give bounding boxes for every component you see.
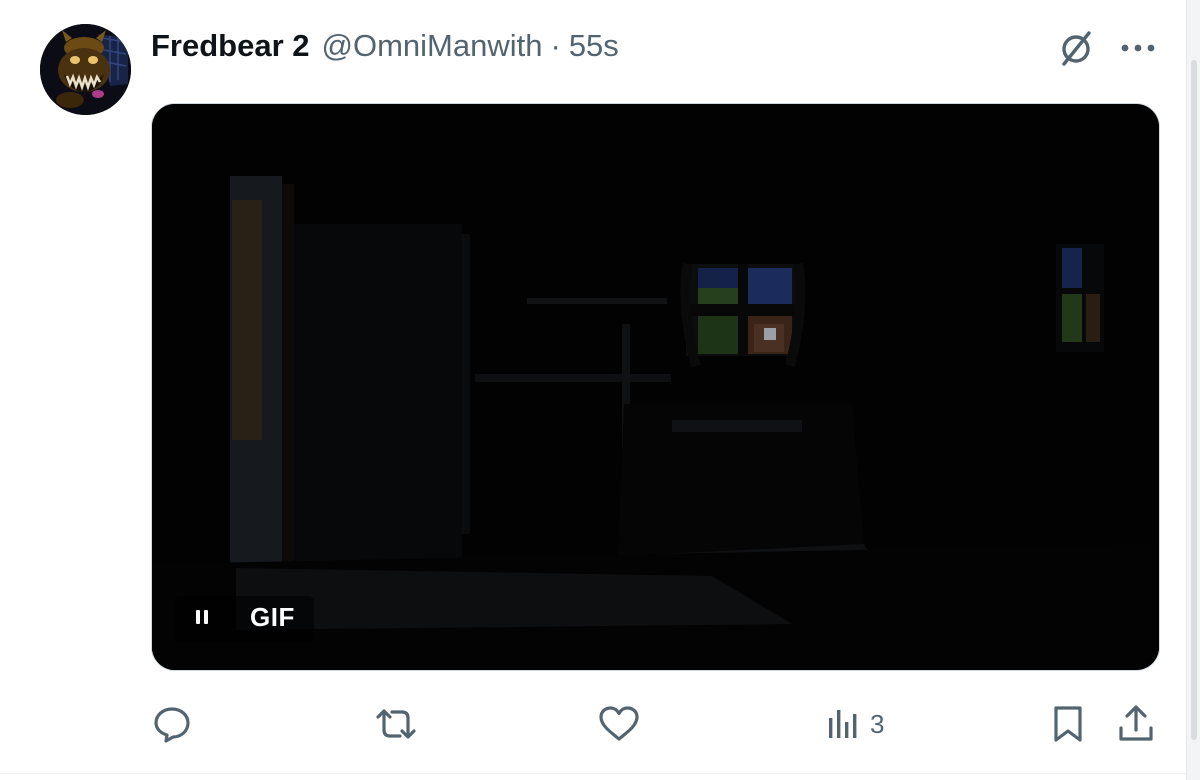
pause-icon: [196, 610, 208, 624]
heart-icon: [599, 706, 639, 741]
tweet-action-bar: 3: [0, 696, 1200, 752]
repost-button[interactable]: [372, 696, 428, 752]
header-separator: ·: [550, 28, 561, 63]
tweet-divider: [0, 773, 1186, 774]
gif-controls: GIF: [176, 594, 295, 640]
views-bars-icon: [829, 710, 857, 738]
avatar-image: [40, 24, 131, 115]
more-options-button[interactable]: [1116, 26, 1160, 70]
views-count: 3: [870, 708, 885, 739]
reply-bubble-icon: [154, 707, 190, 743]
grok-button[interactable]: [1054, 26, 1098, 70]
page-scrollbar[interactable]: [1186, 0, 1200, 780]
repost-arrows-icon: [376, 709, 416, 739]
reply-button[interactable]: [150, 696, 202, 752]
avatar[interactable]: [40, 24, 131, 115]
gif-pause-button[interactable]: [176, 594, 228, 640]
author-display-name[interactable]: Fredbear 2: [151, 26, 310, 66]
like-button[interactable]: [596, 696, 650, 752]
gif-badge: GIF: [250, 601, 295, 632]
grok-slash-circle-icon: [1062, 31, 1091, 66]
bookmark-icon: [1054, 706, 1082, 742]
views-button[interactable]: 3: [822, 696, 884, 752]
gif-frame: [152, 104, 1159, 670]
author-handle[interactable]: @OmniManwith: [322, 26, 543, 66]
scrollbar-thumb[interactable]: [1191, 60, 1197, 740]
bookmark-button[interactable]: [1048, 696, 1088, 752]
share-button[interactable]: [1114, 696, 1158, 752]
gif-media[interactable]: [151, 103, 1160, 671]
tweet-timestamp[interactable]: 55s: [569, 26, 619, 66]
tweet-header: Fredbear 2 @OmniManwith · 55s: [151, 26, 619, 66]
share-upload-icon: [1119, 705, 1153, 741]
more-horizontal-icon: [1121, 44, 1155, 52]
